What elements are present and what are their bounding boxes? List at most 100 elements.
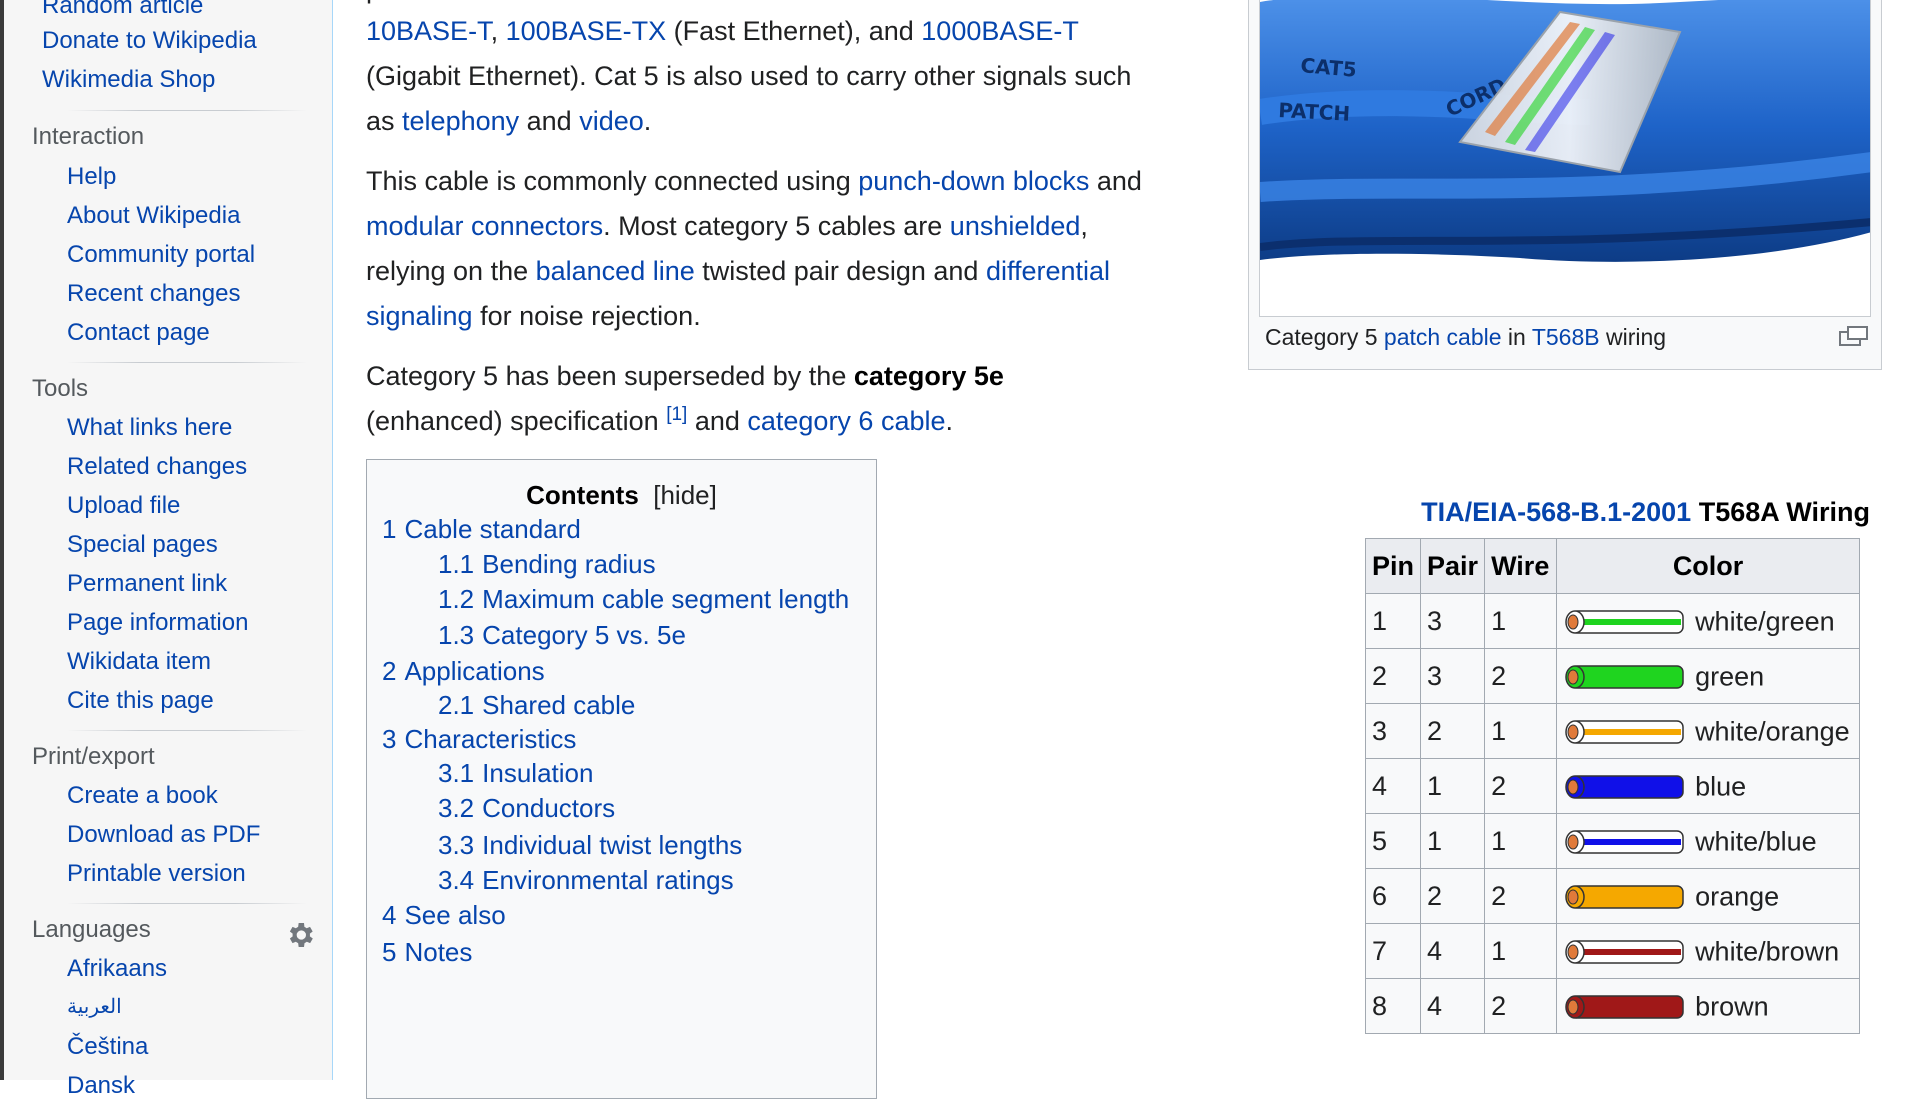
toc-item[interactable]: 3.1 Insulation — [438, 758, 593, 789]
wiring-table-caption: TIA/EIA-568-B.1-2001 T568A Wiring — [1330, 497, 1870, 528]
text: wiring — [1599, 324, 1667, 350]
table-cell-pin: 3 — [1364, 703, 1422, 759]
column-header-wire: Wire — [1484, 538, 1558, 594]
sidebar-link-help[interactable]: Help — [67, 163, 116, 191]
reference-link[interactable]: [1] — [666, 404, 687, 425]
article-paragraph-line: modular connectors. Most category 5 cabl… — [366, 204, 1216, 249]
sidebar-link-lang-afrikaans[interactable]: Afrikaans — [67, 955, 167, 983]
article-paragraph-line: relying on the balanced line twisted pai… — [366, 249, 1216, 294]
sidebar-link-download-pdf[interactable]: Download as PDF — [67, 821, 260, 849]
sidebar-link-printable-version[interactable]: Printable version — [67, 860, 246, 888]
sidebar-link-what-links-here[interactable]: What links here — [67, 414, 232, 442]
table-cell-wire: 2 — [1484, 648, 1558, 704]
wiring-table-body: 1 3 1 white/green 2 3 2 green 3 2 1 white/orange 4 1 2… — [1364, 593, 1861, 1034]
table-cell-color: brown — [1556, 978, 1861, 1034]
sidebar-link-about[interactable]: About Wikipedia — [67, 202, 240, 230]
table-cell-color: white/orange — [1556, 703, 1861, 759]
article-link[interactable]: punch-down blocks — [858, 166, 1089, 196]
cable-image[interactable]: CAT5 PATCH CORD — [1259, 0, 1871, 317]
article-link[interactable]: telephony — [402, 106, 519, 136]
toc-item[interactable]: 3.2 Conductors — [438, 793, 615, 824]
sidebar-heading-print-export: Print/export — [32, 743, 155, 770]
toc-item-label: Cable standard — [404, 514, 581, 544]
text: for noise rejection. — [472, 301, 701, 331]
table-cell-wire: 2 — [1484, 758, 1558, 814]
toc-item[interactable]: 1.3 Category 5 vs. 5e — [438, 620, 686, 651]
sidebar-link-lang-dansk[interactable]: Dansk — [67, 1072, 135, 1100]
sidebar-link-permanent-link[interactable]: Permanent link — [67, 570, 227, 598]
toc-item[interactable]: 1.2 Maximum cable segment length — [438, 584, 849, 615]
wire-color-name: blue — [1695, 771, 1747, 802]
text: . Most category 5 cables are — [603, 211, 950, 241]
sidebar-link-page-information[interactable]: Page information — [67, 609, 248, 637]
sidebar-link-create-book[interactable]: Create a book — [67, 782, 218, 810]
caption-text: T568A Wiring — [1691, 497, 1870, 527]
sidebar-link-related-changes[interactable]: Related changes — [67, 453, 247, 481]
article-link[interactable]: patch cable — [1384, 324, 1502, 350]
sidebar-link-shop[interactable]: Wikimedia Shop — [42, 66, 215, 94]
column-header-pin: Pin — [1364, 538, 1422, 594]
toc-item-number: 2.1 — [438, 690, 475, 720]
sidebar-link-special-pages[interactable]: Special pages — [67, 531, 218, 559]
sidebar-link-contact[interactable]: Contact page — [67, 319, 210, 347]
toc-item[interactable]: 2.1 Shared cable — [438, 690, 635, 721]
article-link[interactable]: 10BASE-T — [366, 16, 491, 46]
column-header-pair: Pair — [1420, 538, 1486, 594]
article-link[interactable]: 100BASE-TX — [506, 16, 667, 46]
sidebar-link-community-portal[interactable]: Community portal — [67, 241, 255, 269]
sidebar-link-cite-this-page[interactable]: Cite this page — [67, 687, 214, 715]
sidebar-link-upload-file[interactable]: Upload file — [67, 492, 180, 520]
article-link[interactable]: signaling — [366, 301, 473, 331]
wire-color-name: white/brown — [1695, 936, 1840, 967]
sidebar-divider — [67, 362, 307, 363]
standard-link[interactable]: TIA/EIA-568-B.1-2001 — [1421, 497, 1691, 527]
sidebar-link-random-article[interactable]: Random article — [42, 0, 203, 20]
sidebar-link-lang-arabic[interactable]: العربية — [67, 994, 122, 1019]
toc-item[interactable]: 3 Characteristics — [382, 724, 576, 755]
text: Category 5 has been superseded by the — [366, 361, 854, 391]
toc-item-label: Environmental ratings — [482, 865, 734, 895]
table-cell-color: white/green — [1556, 593, 1861, 649]
article-paragraph-line: as telephony and video. — [366, 99, 1216, 144]
article-link[interactable]: video — [579, 106, 644, 136]
toc-toggle-button[interactable]: [hide] — [653, 480, 717, 510]
table-cell-wire: 2 — [1484, 978, 1558, 1034]
toc-item[interactable]: 2 Applications — [382, 656, 545, 687]
wire-color-name: white/green — [1695, 606, 1835, 637]
toc-item[interactable]: 3.4 Environmental ratings — [438, 865, 734, 896]
article-link[interactable]: unshielded — [950, 211, 1081, 241]
sidebar-link-donate[interactable]: Donate to Wikipedia — [42, 27, 257, 55]
article-link[interactable]: T568B — [1532, 324, 1600, 350]
text: . — [945, 406, 954, 436]
magnify-icon[interactable] — [1839, 325, 1869, 347]
article-link[interactable]: balanced line — [536, 256, 695, 286]
toc-item-number: 3 — [382, 724, 397, 754]
toc-item-number: 3.4 — [438, 865, 475, 895]
text: (Fast Ethernet), and — [666, 16, 922, 46]
table-row: 8 4 2 brown — [1364, 978, 1861, 1034]
toc-item[interactable]: 1.1 Bending radius — [438, 549, 656, 580]
toc-item[interactable]: 4 See also — [382, 900, 506, 931]
wire-color-name: green — [1695, 661, 1765, 692]
image-thumbnail: CAT5 PATCH CORD Category 5 patch cable i… — [1248, 0, 1882, 370]
sidebar-link-lang-czech[interactable]: Čeština — [67, 1033, 148, 1061]
article-link[interactable]: differential — [986, 256, 1110, 286]
toc-item-number: 4 — [382, 900, 397, 930]
table-row: 5 1 1 white/blue — [1364, 813, 1861, 869]
table-cell-pin: 4 — [1364, 758, 1422, 814]
sidebar-link-recent-changes[interactable]: Recent changes — [67, 280, 240, 308]
table-cell-color: white/blue — [1556, 813, 1861, 869]
table-cell-pin: 5 — [1364, 813, 1422, 869]
toc-item[interactable]: 5 Notes — [382, 937, 472, 968]
toc-item[interactable]: 1 Cable standard — [382, 514, 581, 545]
table-cell-pair: 2 — [1420, 868, 1486, 924]
toc-item-label: Applications — [404, 656, 545, 686]
article-link[interactable]: category 6 cable — [747, 406, 945, 436]
table-of-contents: Contents [hide] 1 Cable standard 1.1 Bendin… — [366, 459, 877, 1099]
text: in — [1501, 324, 1532, 350]
article-link[interactable]: modular connectors — [366, 211, 603, 241]
gear-icon[interactable] — [284, 919, 316, 951]
sidebar-link-wikidata-item[interactable]: Wikidata item — [67, 648, 211, 676]
toc-item[interactable]: 3.3 Individual twist lengths — [438, 830, 742, 861]
article-link[interactable]: 1000BASE-T — [921, 16, 1079, 46]
